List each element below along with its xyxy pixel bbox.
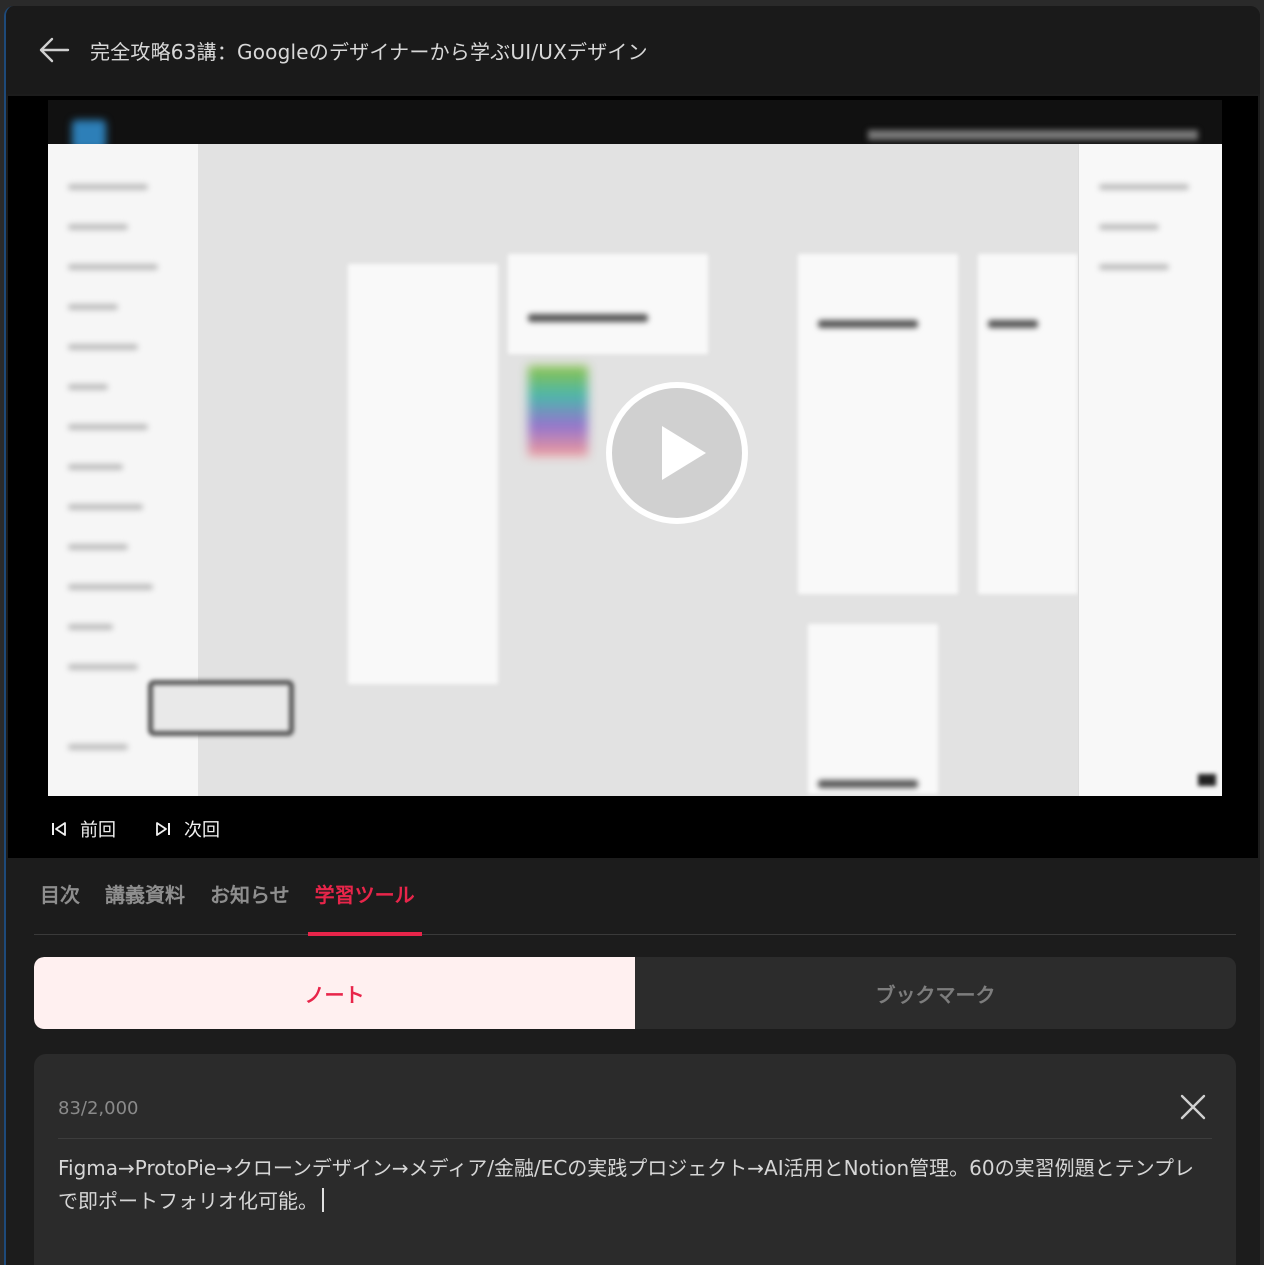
app-window: 完全攻略63講：Googleのデザイナーから学ぶUI/UXデザイン 前回 次回 … (4, 6, 1260, 1265)
video-player[interactable]: 前回 次回 (8, 96, 1258, 858)
video-frame[interactable] (48, 100, 1222, 796)
next-label: 次回 (184, 820, 220, 841)
note-editor-header: 83/2,000 (58, 1086, 1212, 1139)
note-segment-button[interactable]: ノート (34, 957, 635, 1029)
character-counter: 83/2,000 (58, 1098, 139, 1119)
tool-segment-control: ノート ブックマーク (34, 957, 1236, 1029)
note-editor: 83/2,000 Figma→ProtoPie→クローンデザイン→メディア/金融… (34, 1054, 1236, 1265)
play-button[interactable] (606, 382, 748, 524)
previous-lesson-button[interactable]: 前回 (50, 816, 116, 842)
tab-notices[interactable]: お知らせ (204, 879, 296, 934)
course-title: 完全攻略63講：Googleのデザイナーから学ぶUI/UXデザイン (90, 39, 648, 64)
previous-label: 前回 (80, 820, 116, 841)
tab-materials[interactable]: 講義資料 (99, 879, 191, 934)
close-icon (1180, 1094, 1206, 1120)
skip-next-icon (156, 822, 170, 836)
content-tabs: 目次 講義資料 お知らせ 学習ツール (34, 858, 1236, 936)
header-bar: 完全攻略63講：Googleのデザイナーから学ぶUI/UXデザイン (6, 6, 1260, 94)
tab-learning-tools[interactable]: 学習ツール (307, 879, 422, 936)
bookmark-segment-button[interactable]: ブックマーク (635, 957, 1236, 1029)
arrow-left-icon (39, 37, 70, 63)
player-controls: 前回 次回 (8, 800, 1258, 858)
text-caret (322, 1188, 324, 1212)
tab-contents[interactable]: 目次 (34, 879, 86, 934)
skip-previous-icon (52, 822, 66, 836)
play-icon (606, 382, 748, 524)
close-note-button[interactable] (1178, 1092, 1208, 1122)
note-text-content: Figma→ProtoPie→クローンデザイン→メディア/金融/ECの実践プロジ… (58, 1156, 1194, 1213)
note-textarea[interactable]: Figma→ProtoPie→クローンデザイン→メディア/金融/ECの実践プロジ… (58, 1152, 1212, 1218)
next-lesson-button[interactable]: 次回 (154, 816, 220, 842)
back-button[interactable] (34, 30, 74, 70)
